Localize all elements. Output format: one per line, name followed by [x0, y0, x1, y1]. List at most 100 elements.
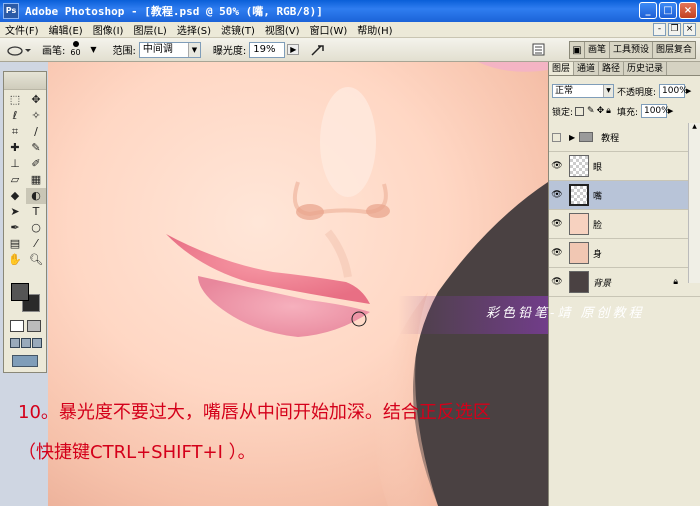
tab-paths[interactable]: 路径 [599, 62, 625, 75]
gradient-tool-icon[interactable]: ▦ [26, 172, 46, 188]
layers-panel-tabs: 图层 通道 路径 历史记录 [549, 62, 700, 76]
tutorial-caption-line2: （快捷键CTRL+SHIFT+I ）。 [18, 442, 256, 463]
healing-brush-tool-icon[interactable]: ✚ [5, 140, 25, 156]
doc-minimize-button[interactable]: - [653, 23, 666, 36]
range-select[interactable]: 中间调 ▼ [138, 41, 201, 58]
foreground-color-swatch[interactable] [11, 283, 29, 301]
eye-icon[interactable]: 👁︎ [549, 161, 565, 171]
magic-wand-tool-icon[interactable]: ✧ [26, 108, 46, 124]
layer-row[interactable]: 👁︎ 脸 [549, 210, 700, 239]
brush-picker[interactable]: 60 [68, 40, 88, 60]
visibility-toggle-off-icon[interactable] [552, 132, 561, 142]
brush-tip-icon [73, 40, 80, 47]
standard-mode-icon[interactable] [10, 320, 24, 332]
window-controls: _ □ × [639, 2, 697, 19]
menu-window[interactable]: 窗口(W) [305, 22, 353, 37]
palette-tab-tool-presets[interactable]: 工具预设 [608, 42, 652, 58]
path-selection-tool-icon[interactable]: ➤ [5, 204, 25, 220]
layer-row[interactable]: 👁︎ 眼 [549, 152, 700, 181]
expand-arrow-icon[interactable]: ▶ [569, 133, 575, 142]
eye-icon[interactable]: 👁︎ [549, 277, 565, 287]
minimize-button[interactable]: _ [639, 2, 657, 19]
dodge-burn-tool-icon[interactable]: ◐ [26, 188, 46, 204]
lock-label: 锁定: [552, 107, 574, 118]
brush-tool-icon[interactable]: ✎ [26, 140, 46, 156]
layer-row-group[interactable]: ▶ 教程 [549, 123, 700, 152]
doc-restore-button[interactable]: ❐ [668, 23, 681, 36]
pen-tool-icon[interactable]: ✒ [5, 220, 25, 236]
opacity-slider-arrow-icon[interactable]: ▶ [686, 87, 691, 95]
blend-mode-select[interactable]: 正常 ▼ [552, 84, 614, 98]
menu-layer[interactable]: 图层(L) [128, 22, 171, 37]
marquee-tool-icon[interactable]: ⬚ [5, 92, 25, 108]
layer-row[interactable]: 👁︎ 身 [549, 239, 700, 268]
layers-scrollbar[interactable]: ▲ [688, 123, 700, 283]
lock-pixels-icon[interactable]: ✎ [587, 106, 595, 116]
clone-stamp-tool-icon[interactable]: ⊥ [5, 156, 25, 172]
crop-tool-icon[interactable]: ⌗ [5, 124, 25, 140]
screen-mode-toggle[interactable] [10, 338, 42, 348]
slice-tool-icon[interactable]: ∕ [26, 124, 46, 140]
palette-tab-brushes[interactable]: 画笔 [583, 42, 609, 58]
file-browser-icon[interactable]: ▣ [570, 45, 584, 56]
brush-dropdown-arrow-icon[interactable]: ▼ [90, 45, 96, 54]
exposure-slider-arrow-icon[interactable]: ▶ [287, 44, 300, 55]
menu-help[interactable]: 帮助(H) [352, 22, 397, 37]
opacity-input[interactable]: 100% [659, 84, 688, 98]
eye-icon[interactable]: 👁︎ [549, 219, 565, 229]
palette-toggle-icon[interactable] [532, 43, 546, 57]
quick-mask-mode-icon[interactable] [27, 320, 41, 332]
screen-mode-full-icon[interactable] [32, 338, 42, 348]
document-window-controls: - ❐ × [653, 23, 696, 36]
blur-tool-icon[interactable]: ◆ [5, 188, 25, 204]
menu-file[interactable]: 文件(F) [0, 22, 44, 37]
hand-tool-icon[interactable]: ✋ [5, 252, 25, 268]
doc-close-button[interactable]: × [683, 23, 696, 36]
palette-tab-layer-comps[interactable]: 图层复合 [651, 42, 695, 58]
layer-name: 嘴 [593, 191, 603, 202]
scroll-up-arrow-icon[interactable]: ▲ [689, 123, 700, 133]
menu-filter[interactable]: 滤镜(T) [216, 22, 260, 37]
window-title: Adobe Photoshop - [教程.psd @ 50% (嘴, RGB/… [25, 5, 323, 18]
watermark-text: 彩色铅笔-靖 原创教程 [486, 306, 645, 321]
eraser-tool-icon[interactable]: ▱ [5, 172, 25, 188]
eye-icon[interactable]: 👁︎ [549, 248, 565, 258]
layer-name: 背景 [593, 278, 612, 289]
airbrush-icon[interactable] [309, 42, 327, 58]
lasso-tool-icon[interactable]: ℓ [5, 108, 25, 124]
move-tool-icon[interactable]: ✥ [26, 92, 46, 108]
type-tool-icon[interactable]: T [26, 204, 46, 220]
burn-tool-preset-icon[interactable] [6, 42, 32, 58]
history-brush-tool-icon[interactable]: ✐ [26, 156, 46, 172]
nostril-left [296, 204, 324, 220]
menu-image[interactable]: 图像(I) [88, 22, 129, 37]
lock-transparency-icon[interactable] [575, 106, 585, 116]
eyedropper-tool-icon[interactable]: ⁄ [26, 236, 46, 252]
menu-view[interactable]: 视图(V) [260, 22, 305, 37]
tab-layers[interactable]: 图层 [549, 62, 575, 75]
tab-channels[interactable]: 通道 [574, 62, 600, 75]
maximize-button[interactable]: □ [659, 2, 677, 19]
lock-all-icon[interactable]: 🔒︎ [606, 106, 611, 116]
tab-history[interactable]: 历史记录 [624, 62, 668, 75]
lock-position-icon[interactable]: ✥ [597, 106, 605, 116]
eye-icon[interactable]: 👁︎ [549, 190, 565, 200]
menu-edit[interactable]: 编辑(E) [44, 22, 88, 37]
screen-mode-standard-icon[interactable] [10, 338, 20, 348]
close-button[interactable]: × [679, 2, 697, 19]
shape-tool-icon[interactable]: ○ [26, 220, 46, 236]
notes-tool-icon[interactable]: ▤ [5, 236, 25, 252]
nose-highlight [320, 87, 376, 197]
exposure-input[interactable]: 19% [249, 41, 286, 58]
fill-slider-arrow-icon[interactable]: ▶ [668, 107, 673, 115]
layer-row-background[interactable]: 👁︎ 背景 🔒︎ [549, 268, 700, 297]
quick-mask-toggle[interactable] [10, 320, 41, 332]
menu-bar: 文件(F) 编辑(E) 图像(I) 图层(L) 选择(S) 滤镜(T) 视图(V… [0, 22, 700, 38]
jump-to-imageready-icon[interactable] [12, 355, 38, 367]
menu-select[interactable]: 选择(S) [172, 22, 216, 37]
lock-icon: 🔒︎ [673, 277, 678, 287]
layer-row-selected[interactable]: 👁︎ 嘴 [549, 181, 700, 210]
zoom-tool-icon[interactable]: 🔍︎ [26, 252, 46, 268]
fill-input[interactable]: 100% [640, 104, 670, 118]
screen-mode-menu-icon[interactable] [21, 338, 31, 348]
